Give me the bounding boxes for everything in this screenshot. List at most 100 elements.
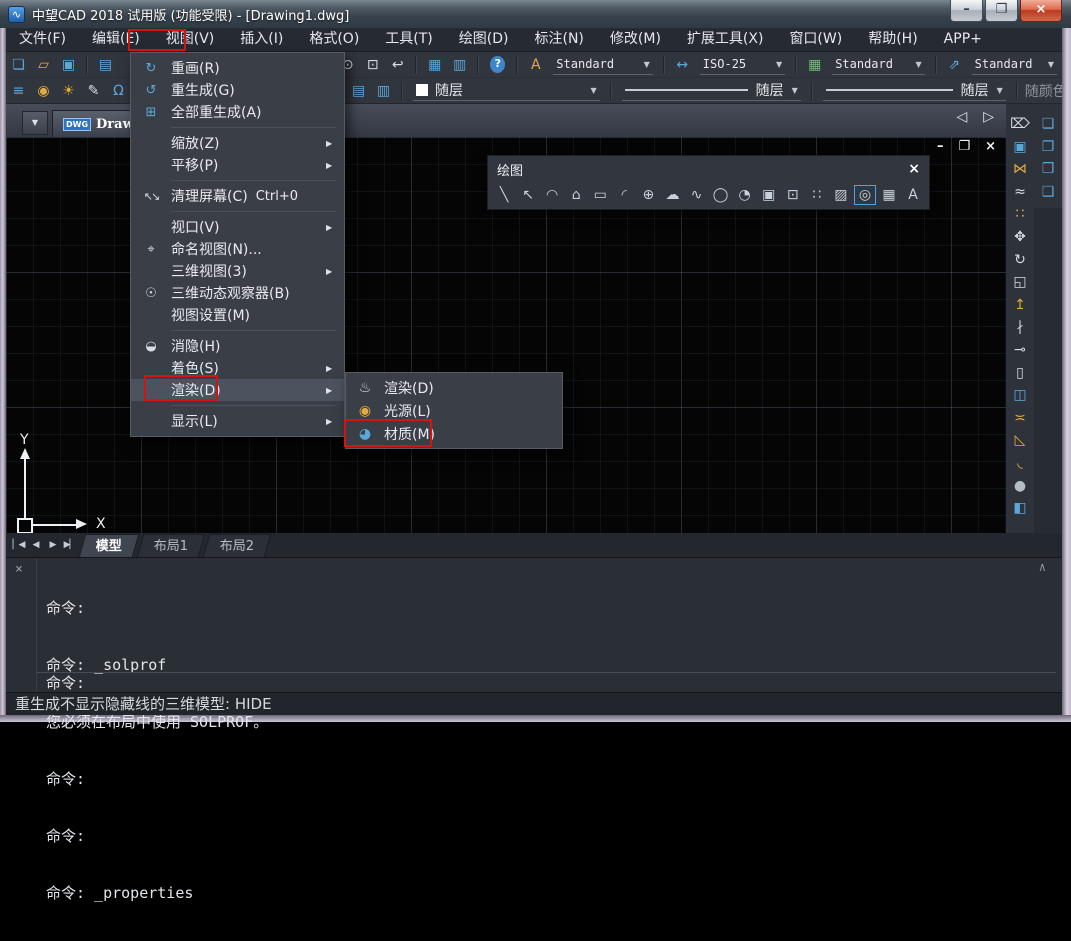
tab-nav-last-icon[interactable]: ▶▏ bbox=[61, 540, 78, 550]
menu-item-express-tools[interactable]: 扩展工具(X) bbox=[674, 28, 777, 52]
menu-item-dimension[interactable]: 标注(N) bbox=[522, 28, 597, 52]
layer-make-current-icon[interactable]: ✎ bbox=[81, 79, 106, 103]
extend-icon[interactable]: ⊸ bbox=[1006, 340, 1034, 363]
submenu-light[interactable]: ◉ 光源(L) bbox=[346, 399, 562, 422]
draworder-front-icon[interactable]: ❑ bbox=[1034, 182, 1062, 205]
command-close-icon[interactable]: × bbox=[15, 562, 23, 577]
command-expand-icon[interactable]: ∧ bbox=[1039, 560, 1046, 574]
menu-redraw[interactable]: ↻ 重画(R) bbox=[131, 57, 344, 79]
mtext-icon[interactable]: A bbox=[901, 187, 925, 203]
menu-viewports[interactable]: 视口(V) ▶ bbox=[131, 216, 344, 238]
explode-icon[interactable]: ● bbox=[1006, 476, 1034, 499]
insert-block-icon[interactable]: ▣ bbox=[757, 187, 781, 203]
tab-layout2[interactable]: 布局2 bbox=[202, 534, 272, 557]
ellipse-arc-icon[interactable]: ◔ bbox=[733, 187, 757, 203]
menu-item-tools[interactable]: 工具(T) bbox=[372, 28, 445, 52]
zoom-previous-icon[interactable]: ↩ bbox=[385, 53, 410, 77]
join-icon[interactable]: ≍ bbox=[1006, 408, 1034, 431]
color-combo[interactable]: 随层 ▼ bbox=[412, 80, 600, 101]
draw-toolbar-titlebar[interactable]: 绘图 × bbox=[488, 156, 929, 182]
tab-nav-prev-icon[interactable]: ◀ bbox=[27, 540, 44, 550]
menu-item-draw[interactable]: 绘图(D) bbox=[446, 28, 522, 52]
revision-cloud-icon[interactable]: ☁ bbox=[660, 187, 684, 203]
layer-on-icon[interactable]: ◉ bbox=[31, 79, 56, 103]
region-icon[interactable]: ◎ bbox=[853, 185, 876, 205]
save-icon[interactable]: ▣ bbox=[56, 53, 81, 77]
draworder-back-icon[interactable]: ❒ bbox=[1034, 159, 1062, 182]
doc-minimize-icon[interactable]: – bbox=[937, 139, 944, 154]
menu-display[interactable]: 显示(L) ▶ bbox=[131, 410, 344, 432]
copy-clip-icon[interactable]: ❏ bbox=[1034, 114, 1062, 137]
chevron-down-icon[interactable]: ▼ bbox=[590, 86, 596, 95]
chamfer-icon[interactable]: ◺ bbox=[1006, 430, 1034, 453]
tab-layout1[interactable]: 布局1 bbox=[136, 534, 206, 557]
menu-named-views[interactable]: ⌖ 命名视图(N)... bbox=[131, 238, 344, 260]
scale-icon[interactable]: ◱ bbox=[1006, 272, 1034, 295]
circle-icon[interactable]: ⊕ bbox=[636, 187, 660, 203]
layer-previous-icon[interactable]: ▥ bbox=[371, 79, 396, 103]
menu-item-edit[interactable]: 编辑(E) bbox=[79, 28, 153, 52]
menu-3d-views[interactable]: 三维视图(3) ▶ bbox=[131, 260, 344, 282]
line-icon[interactable]: ╲ bbox=[492, 187, 516, 203]
menu-render[interactable]: 渲染(D) ▶ bbox=[131, 379, 344, 401]
break-icon[interactable]: ▯ bbox=[1006, 363, 1034, 386]
submenu-render[interactable]: ♨ 渲染(D) bbox=[346, 376, 562, 399]
menu-item-help[interactable]: 帮助(H) bbox=[855, 28, 930, 52]
tab-nav-first-icon[interactable]: ▏◀ bbox=[10, 540, 27, 550]
chevron-down-icon[interactable]: ▼ bbox=[776, 60, 782, 69]
zoom-window-icon[interactable]: ⊡ bbox=[360, 53, 385, 77]
block-editor-icon[interactable]: ◧ bbox=[1006, 498, 1034, 521]
menu-shade[interactable]: 着色(S) ▶ bbox=[131, 357, 344, 379]
menu-item-view[interactable]: 视图(V) bbox=[153, 28, 228, 52]
minimize-button[interactable]: – bbox=[950, 0, 983, 22]
print-icon[interactable]: ▤ bbox=[93, 53, 118, 77]
help-icon[interactable]: ? bbox=[490, 56, 506, 73]
command-input[interactable]: 命令: bbox=[46, 674, 85, 692]
menu-item-modify[interactable]: 修改(M) bbox=[597, 28, 674, 52]
ellipse-icon[interactable]: ◯ bbox=[709, 187, 733, 203]
menu-zoom[interactable]: 缩放(Z) ▶ bbox=[131, 132, 344, 154]
paste-clip-icon[interactable]: ❐ bbox=[1034, 137, 1062, 160]
construction-line-icon[interactable]: ↖ bbox=[516, 187, 540, 203]
array-icon[interactable]: ∷ bbox=[1006, 204, 1034, 227]
menu-clean-screen[interactable]: ↖↘ 清理屏幕(C) Ctrl+0 bbox=[131, 185, 344, 207]
menu-hide[interactable]: ◒ 消隐(H) bbox=[131, 335, 344, 357]
dim-style-icon[interactable]: ↔ bbox=[670, 53, 695, 77]
lineweight-combo[interactable]: 随层 ▼ bbox=[822, 80, 1006, 101]
move-icon[interactable]: ✥ bbox=[1006, 227, 1034, 250]
dim-style-combo[interactable]: ISO-25 ▼ bbox=[699, 54, 786, 75]
chevron-down-icon[interactable]: ▼ bbox=[915, 60, 921, 69]
tab-scroll-left-icon[interactable]: ◁ bbox=[956, 109, 967, 125]
mleader-style-combo[interactable]: Standard ▼ bbox=[971, 54, 1058, 75]
table-icon[interactable]: ▦ bbox=[877, 187, 901, 203]
calculator-icon[interactable]: ▦ bbox=[422, 53, 447, 77]
rectangle-icon[interactable]: ▭ bbox=[588, 187, 612, 203]
hatch-icon[interactable]: ▨ bbox=[829, 187, 853, 203]
menu-item-app-plus[interactable]: APP+ bbox=[931, 28, 995, 52]
new-file-icon[interactable]: ❏ bbox=[6, 53, 31, 77]
linetype-combo[interactable]: 随层 ▼ bbox=[621, 80, 801, 101]
chevron-down-icon[interactable]: ▼ bbox=[997, 86, 1003, 95]
fillet-icon[interactable]: ◟ bbox=[1006, 453, 1034, 476]
polygon-icon[interactable]: ⌂ bbox=[564, 187, 588, 203]
polyline-icon[interactable]: ◠ bbox=[540, 187, 564, 203]
text-style-combo[interactable]: Standard ▼ bbox=[553, 54, 653, 75]
layer-states-icon[interactable]: ▤ bbox=[346, 79, 371, 103]
tab-nav-next-icon[interactable]: ▶ bbox=[44, 540, 61, 550]
chevron-down-icon[interactable]: ▼ bbox=[644, 60, 650, 69]
table-style-icon[interactable]: ▦ bbox=[802, 53, 827, 77]
offset-icon[interactable]: ≈ bbox=[1006, 182, 1034, 205]
doc-restore-icon[interactable]: ❐ bbox=[958, 139, 970, 154]
maximize-button[interactable]: ❐ bbox=[985, 0, 1018, 22]
chevron-down-icon[interactable]: ▼ bbox=[792, 86, 798, 95]
doc-list-dropdown-button[interactable]: ▼ bbox=[22, 111, 48, 135]
draw-toolbar-close-icon[interactable]: × bbox=[908, 161, 920, 177]
menu-item-window[interactable]: 窗口(W) bbox=[776, 28, 855, 52]
menu-item-insert[interactable]: 插入(I) bbox=[227, 28, 296, 52]
spline-icon[interactable]: ∿ bbox=[685, 187, 709, 203]
menu-pan[interactable]: 平移(P) ▶ bbox=[131, 154, 344, 176]
menu-view-settings[interactable]: 视图设置(M) bbox=[131, 304, 344, 326]
table-style-combo[interactable]: Standard ▼ bbox=[832, 54, 925, 75]
close-button[interactable]: × bbox=[1020, 0, 1062, 22]
tab-scroll-right-icon[interactable]: ▷ bbox=[983, 109, 994, 125]
